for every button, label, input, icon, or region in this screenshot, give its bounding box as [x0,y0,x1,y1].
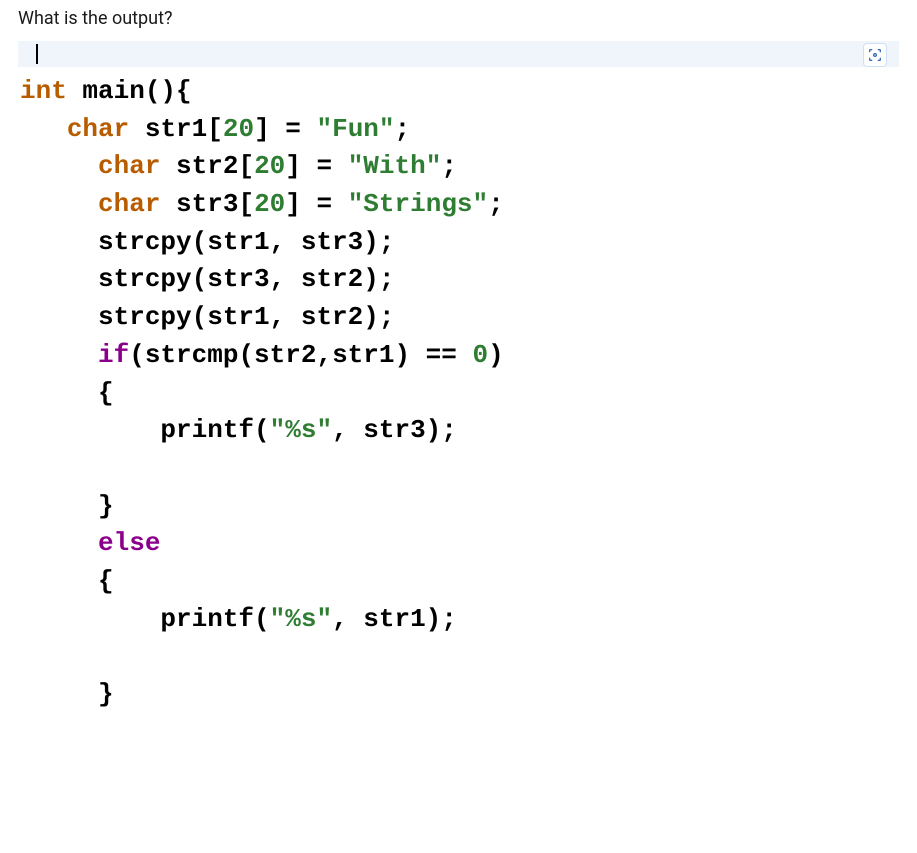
code-block: int main(){ char str1[20] = "Fun"; char … [18,73,899,714]
string-literal: "Strings" [348,189,488,219]
kw-if: if [98,340,129,370]
format-string: "%s" [270,415,332,445]
kw-char: char [98,151,160,181]
input-cursor-bar [18,41,899,67]
printf-call: printf( [20,415,270,445]
string-literal: "With" [348,151,442,181]
strcpy-call: strcpy(str1, str3); [20,227,394,257]
string-literal: "Fun" [317,114,395,144]
kw-int: int [20,76,67,106]
code-figure: int main(){ char str1[20] = "Fun"; char … [18,41,899,714]
kw-char: char [98,189,160,219]
main-decl: main(){ [67,76,192,106]
brace-open: { [20,566,114,596]
question-text: What is the output? [0,0,917,41]
kw-else: else [98,528,160,558]
strcpy-call: strcpy(str3, str2); [20,264,394,294]
strcpy-call: strcpy(str1, str2); [20,302,394,332]
brace-open: { [20,378,114,408]
format-string: "%s" [270,604,332,634]
brace-close: } [20,491,114,521]
kw-char: char [67,114,129,144]
brace-close: } [20,679,114,709]
printf-call: printf( [20,604,270,634]
scan-icon[interactable] [863,43,887,67]
